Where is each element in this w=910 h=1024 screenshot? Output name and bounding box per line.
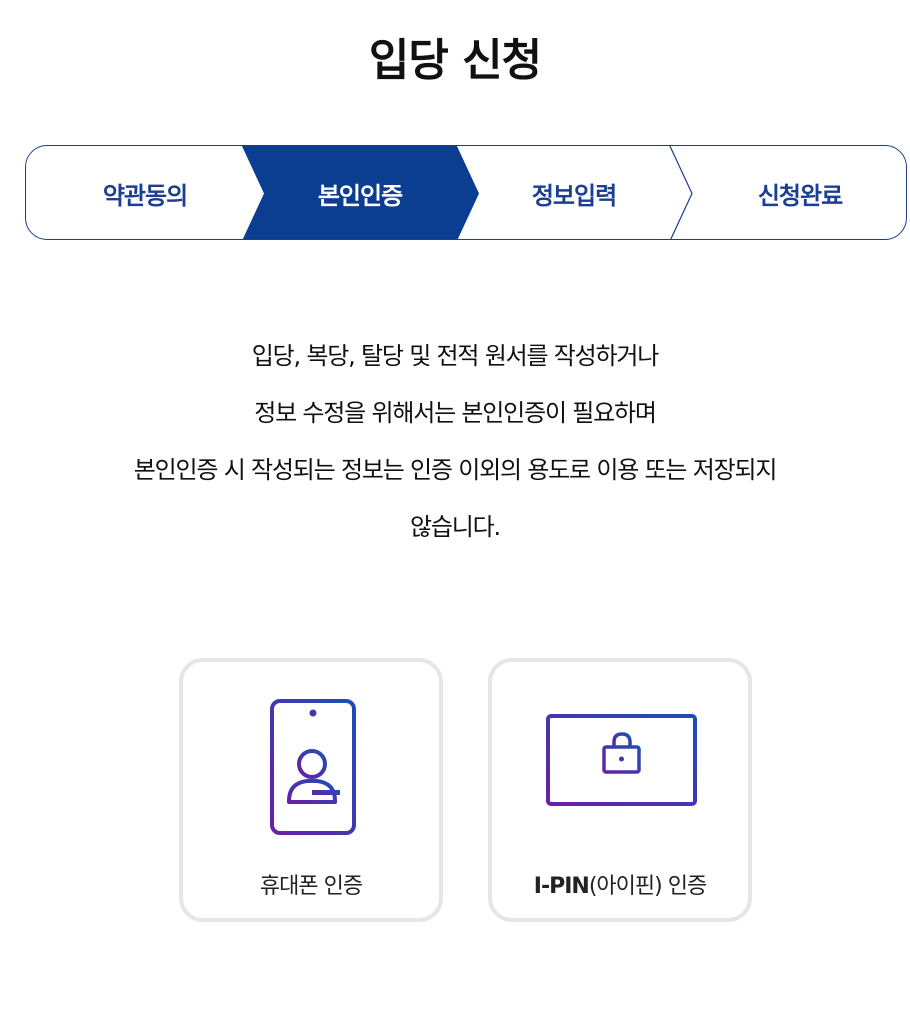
ipin-verification-button[interactable]: I-PIN(아이핀) 인증 bbox=[488, 658, 752, 922]
phone-verification-button[interactable]: 휴대폰 인증 bbox=[179, 658, 443, 922]
page-title: 입당 신청 bbox=[368, 35, 542, 86]
step-info-input[interactable]: 정보입력 bbox=[479, 146, 669, 239]
step-label: 정보입력 bbox=[531, 182, 617, 210]
step-label: 본인인증 bbox=[317, 182, 403, 210]
notice-line: 않습니다. bbox=[410, 513, 501, 541]
notice-line: 본인인증 시 작성되는 정보는 인증 이외의 용도로 이용 또는 저장되지 bbox=[133, 456, 778, 484]
step-progress-bar: 약관동의 본인인증 정보입력 신청완료 bbox=[25, 145, 907, 240]
ipin-verification-label: I-PIN(아이핀) 인증 bbox=[492, 868, 748, 900]
notice-line: 입당, 복당, 탈당 및 전적 원서를 작성하거나 bbox=[251, 342, 660, 370]
step-label: 약관동의 bbox=[102, 182, 188, 210]
step-application-complete[interactable]: 신청완료 bbox=[692, 146, 906, 239]
verification-notice: 입당, 복당, 탈당 및 전적 원서를 작성하거나 정보 수정을 위해서는 본인… bbox=[40, 328, 870, 556]
notice-line: 정보 수정을 위해서는 본인인증이 필요하며 bbox=[254, 399, 657, 427]
step-terms-agreement[interactable]: 약관동의 bbox=[26, 146, 264, 239]
phone-verification-label: 휴대폰 인증 bbox=[259, 874, 363, 899]
ipin-label-rest: (아이핀) 인증 bbox=[588, 874, 707, 899]
step-divider bbox=[669, 146, 693, 239]
ipin-label-strong: I-PIN bbox=[533, 874, 590, 899]
step-identity-verification[interactable]: 본인인증 bbox=[264, 146, 456, 239]
page: 입당 신청 약관동의 본인인증 정보입력 신청완료 입당, 복당, 탈당 및 전… bbox=[0, 0, 910, 1024]
step-label: 신청완료 bbox=[757, 182, 843, 210]
